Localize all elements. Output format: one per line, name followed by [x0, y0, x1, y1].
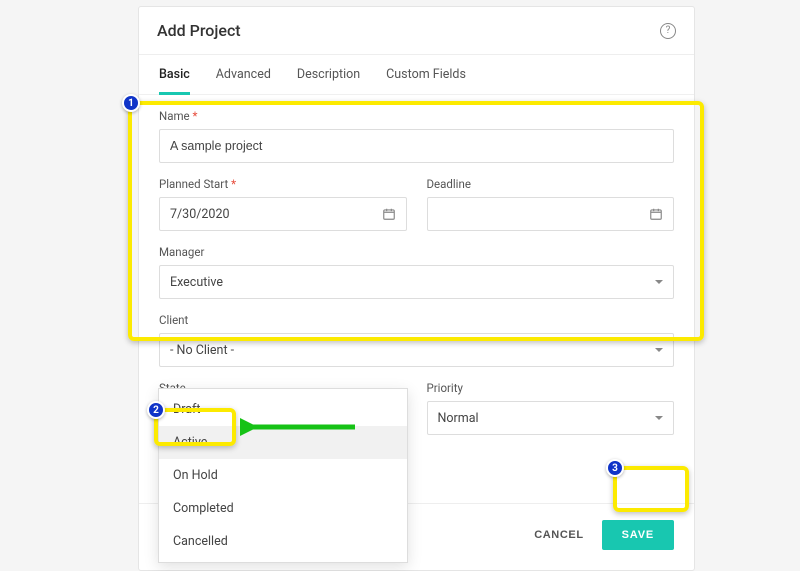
tab-basic[interactable]: Basic [159, 67, 190, 95]
client-value: - No Client - [170, 343, 234, 358]
field-manager: Manager Executive [159, 245, 674, 299]
state-option-active[interactable]: Active [159, 426, 407, 459]
state-option-onhold[interactable]: On Hold [159, 459, 407, 492]
name-input[interactable] [159, 129, 674, 163]
chevron-down-icon [655, 348, 663, 352]
planned-start-input[interactable]: 7/30/2020 [159, 197, 407, 231]
chevron-down-icon [655, 416, 663, 420]
field-planned-start: Planned Start * 7/30/2020 [159, 177, 407, 231]
tab-bar: Basic Advanced Description Custom Fields [139, 55, 694, 95]
name-input-field[interactable] [170, 139, 663, 153]
dialog-title: Add Project [157, 21, 241, 40]
label-priority: Priority [427, 381, 675, 395]
manager-value: Executive [170, 275, 223, 290]
label-planned-start: Planned Start * [159, 177, 407, 191]
cancel-button[interactable]: CANCEL [534, 529, 583, 541]
annotation-badge-3: 3 [606, 459, 624, 477]
help-icon[interactable]: ? [660, 23, 676, 39]
annotation-badge-2: 2 [147, 401, 165, 419]
label-deadline: Deadline [427, 177, 675, 191]
state-option-cancelled[interactable]: Cancelled [159, 525, 407, 558]
planned-start-value: 7/30/2020 [170, 207, 230, 222]
required-mark: * [231, 177, 236, 191]
manager-select[interactable]: Executive [159, 265, 674, 299]
tab-description[interactable]: Description [297, 67, 360, 94]
field-deadline: Deadline [427, 177, 675, 231]
deadline-input[interactable] [427, 197, 675, 231]
field-client: Client - No Client - [159, 313, 674, 367]
label-manager: Manager [159, 245, 674, 259]
required-mark: * [193, 109, 198, 123]
tab-custom-fields[interactable]: Custom Fields [386, 67, 466, 94]
state-option-draft[interactable]: Draft [159, 393, 407, 426]
tab-advanced[interactable]: Advanced [216, 67, 271, 94]
client-select[interactable]: - No Client - [159, 333, 674, 367]
save-button[interactable]: SAVE [602, 520, 674, 550]
priority-select[interactable]: Normal [427, 401, 675, 435]
chevron-down-icon [655, 280, 663, 284]
label-client: Client [159, 313, 674, 327]
calendar-icon[interactable] [649, 207, 663, 221]
field-name: Name * [159, 109, 674, 163]
dialog-header: Add Project ? [139, 7, 694, 55]
annotation-badge-1: 1 [122, 94, 140, 112]
label-name: Name * [159, 109, 674, 123]
state-option-completed[interactable]: Completed [159, 492, 407, 525]
field-priority: Priority Normal [427, 381, 675, 435]
priority-value: Normal [438, 411, 479, 426]
calendar-icon[interactable] [382, 207, 396, 221]
state-dropdown: Draft Active On Hold Completed Cancelled [158, 388, 408, 563]
